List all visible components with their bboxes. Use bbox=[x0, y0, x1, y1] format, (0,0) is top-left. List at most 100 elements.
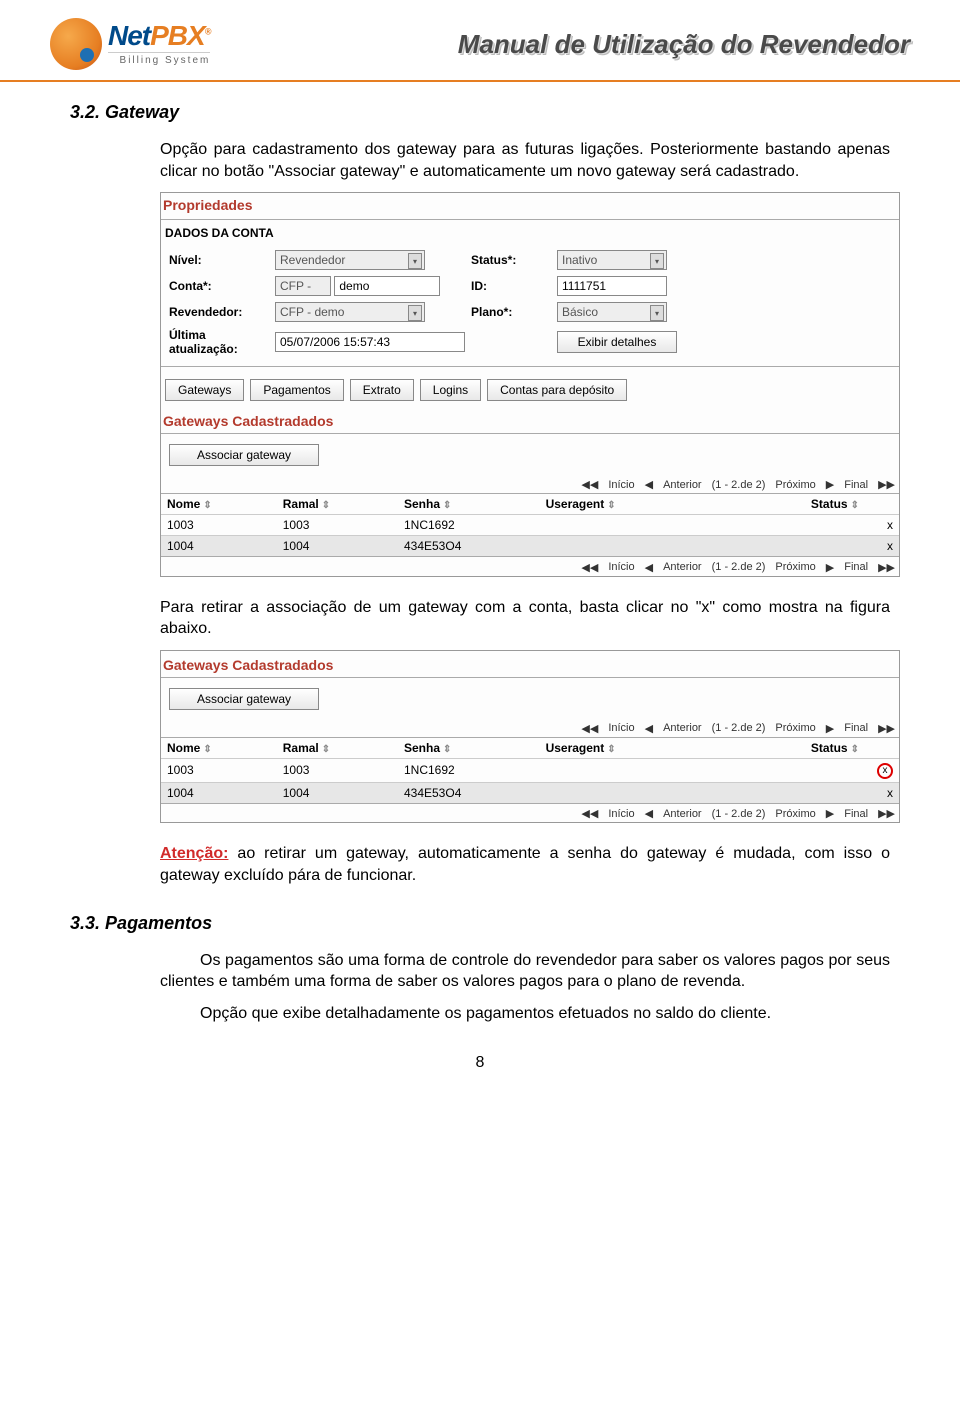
atencao-para: Atenção: ao retirar um gateway, automati… bbox=[70, 843, 890, 886]
nav-final[interactable]: Final bbox=[844, 561, 868, 573]
gateway-remove-para: Para retirar a associação de um gateway … bbox=[70, 597, 890, 640]
manual-title: Manual de Utilização do Revendedor bbox=[458, 29, 910, 60]
nav-inicio[interactable]: Início bbox=[608, 808, 634, 820]
associar-gateway-button[interactable]: Associar gateway bbox=[169, 444, 319, 466]
gateways-cadastradados-title: Gateways Cadastradados bbox=[161, 651, 899, 675]
table-nav-bottom: ◀◀Início ◀Anterior (1 - 2.de 2) Próximo▶… bbox=[161, 559, 899, 576]
nav-proximo[interactable]: Próximo bbox=[775, 808, 815, 820]
delete-gateway-button[interactable]: x bbox=[707, 782, 899, 803]
cell-useragent bbox=[540, 782, 707, 803]
prev-page-icon[interactable]: ◀ bbox=[645, 807, 653, 820]
col-nome[interactable]: Nome⇕ bbox=[161, 494, 277, 515]
id-input[interactable]: 1111751 bbox=[557, 276, 667, 296]
next-page-icon[interactable]: ▶ bbox=[826, 561, 834, 574]
tab-pagamentos[interactable]: Pagamentos bbox=[250, 379, 343, 401]
first-page-icon[interactable]: ◀◀ bbox=[581, 722, 598, 735]
col-nome[interactable]: Nome⇕ bbox=[161, 737, 277, 758]
table-nav-top: ◀◀Início ◀Anterior (1 - 2.de 2) Próximo▶… bbox=[161, 720, 899, 737]
table-row: 1004 1004 434E53O4 x bbox=[161, 782, 899, 803]
pagamentos-para1: Os pagamentos são uma forma de controle … bbox=[70, 950, 890, 993]
gateways-cadastradados-title: Gateways Cadastradados bbox=[161, 407, 899, 431]
phone-globe-icon bbox=[50, 18, 102, 70]
first-page-icon[interactable]: ◀◀ bbox=[581, 561, 598, 574]
logo-text: NetPBX® bbox=[108, 22, 210, 50]
next-page-icon[interactable]: ▶ bbox=[826, 478, 834, 491]
nav-inicio[interactable]: Início bbox=[608, 561, 634, 573]
sort-icon: ⇕ bbox=[203, 500, 211, 511]
conta-prefix: CFP - bbox=[275, 276, 331, 296]
nav-final[interactable]: Final bbox=[844, 808, 868, 820]
col-senha[interactable]: Senha⇕ bbox=[398, 737, 540, 758]
account-properties-panel: Propriedades DADOS DA CONTA Nível: Reven… bbox=[160, 192, 900, 577]
col-ramal[interactable]: Ramal⇕ bbox=[277, 737, 398, 758]
nivel-select[interactable]: Revendedor▾ bbox=[275, 250, 425, 270]
section-3-2-title: 3.2. Gateway bbox=[70, 102, 890, 123]
dados-da-conta-label: DADOS DA CONTA bbox=[165, 226, 895, 240]
status-label: Status*: bbox=[471, 253, 551, 267]
sec-number: 3.2. bbox=[70, 102, 100, 122]
nav-final[interactable]: Final bbox=[844, 479, 868, 491]
first-page-icon[interactable]: ◀◀ bbox=[581, 478, 598, 491]
cell-senha: 434E53O4 bbox=[398, 536, 540, 557]
nav-anterior[interactable]: Anterior bbox=[663, 479, 702, 491]
sort-icon: ⇕ bbox=[851, 744, 859, 755]
tab-logins[interactable]: Logins bbox=[420, 379, 481, 401]
delete-gateway-button[interactable]: x bbox=[707, 515, 899, 536]
nav-anterior[interactable]: Anterior bbox=[663, 722, 702, 734]
tab-gateways[interactable]: Gateways bbox=[165, 379, 244, 401]
doc-header: NetPBX® Billing System Manual de Utiliza… bbox=[0, 0, 960, 82]
next-page-icon[interactable]: ▶ bbox=[826, 807, 834, 820]
first-page-icon[interactable]: ◀◀ bbox=[581, 807, 598, 820]
sort-icon: ⇕ bbox=[322, 744, 330, 755]
nav-inicio[interactable]: Início bbox=[608, 479, 634, 491]
table-row: 1004 1004 434E53O4 x bbox=[161, 536, 899, 557]
last-page-icon[interactable]: ▶▶ bbox=[878, 807, 895, 820]
sec-name: Pagamentos bbox=[105, 913, 212, 933]
atencao-text: ao retirar um gateway, automaticamente a… bbox=[160, 845, 890, 884]
next-page-icon[interactable]: ▶ bbox=[826, 722, 834, 735]
plano-label: Plano*: bbox=[471, 305, 551, 319]
nav-inicio[interactable]: Início bbox=[608, 722, 634, 734]
col-senha[interactable]: Senha⇕ bbox=[398, 494, 540, 515]
conta-input[interactable]: demo bbox=[334, 276, 440, 296]
tabs-row: Gateways Pagamentos Extrato Logins Conta… bbox=[161, 373, 899, 407]
col-useragent[interactable]: Useragent⇕ bbox=[540, 737, 707, 758]
prev-page-icon[interactable]: ◀ bbox=[645, 478, 653, 491]
last-page-icon[interactable]: ▶▶ bbox=[878, 478, 895, 491]
exibir-detalhes-button[interactable]: Exibir detalhes bbox=[557, 331, 677, 353]
cell-ramal: 1004 bbox=[277, 782, 398, 803]
status-select[interactable]: Inativo▾ bbox=[557, 250, 667, 270]
tab-contas-deposito[interactable]: Contas para depósito bbox=[487, 379, 627, 401]
col-status[interactable]: Status⇕ bbox=[707, 494, 899, 515]
cell-senha: 1NC1692 bbox=[398, 515, 540, 536]
sec-number: 3.3. bbox=[70, 913, 100, 933]
last-page-icon[interactable]: ▶▶ bbox=[878, 561, 895, 574]
col-useragent[interactable]: Useragent⇕ bbox=[540, 494, 707, 515]
col-ramal[interactable]: Ramal⇕ bbox=[277, 494, 398, 515]
nav-final[interactable]: Final bbox=[844, 722, 868, 734]
delete-gateway-button-highlighted[interactable]: x bbox=[707, 758, 899, 782]
ultima-input[interactable]: 05/07/2006 15:57:43 bbox=[275, 332, 465, 352]
plano-select[interactable]: Básico▾ bbox=[557, 302, 667, 322]
tab-extrato[interactable]: Extrato bbox=[350, 379, 414, 401]
prev-page-icon[interactable]: ◀ bbox=[645, 722, 653, 735]
nav-proximo[interactable]: Próximo bbox=[775, 479, 815, 491]
nav-anterior[interactable]: Anterior bbox=[663, 561, 702, 573]
associar-gateway-button[interactable]: Associar gateway bbox=[169, 688, 319, 710]
chevron-down-icon: ▾ bbox=[408, 305, 422, 321]
revendedor-select[interactable]: CFP - demo▾ bbox=[275, 302, 425, 322]
delete-gateway-button[interactable]: x bbox=[707, 536, 899, 557]
registered-icon: ® bbox=[205, 27, 211, 37]
gateway-intro-para: Opção para cadastramento dos gateway par… bbox=[70, 139, 890, 182]
nav-proximo[interactable]: Próximo bbox=[775, 561, 815, 573]
table-nav-top: ◀◀Início ◀Anterior (1 - 2.de 2) Próximo▶… bbox=[161, 476, 899, 493]
col-status[interactable]: Status⇕ bbox=[707, 737, 899, 758]
nav-proximo[interactable]: Próximo bbox=[775, 722, 815, 734]
sort-icon: ⇕ bbox=[607, 744, 615, 755]
atencao-label: Atenção: bbox=[160, 845, 228, 862]
nav-range: (1 - 2.de 2) bbox=[712, 808, 766, 820]
nivel-label: Nível: bbox=[169, 253, 269, 267]
last-page-icon[interactable]: ▶▶ bbox=[878, 722, 895, 735]
nav-anterior[interactable]: Anterior bbox=[663, 808, 702, 820]
prev-page-icon[interactable]: ◀ bbox=[645, 561, 653, 574]
